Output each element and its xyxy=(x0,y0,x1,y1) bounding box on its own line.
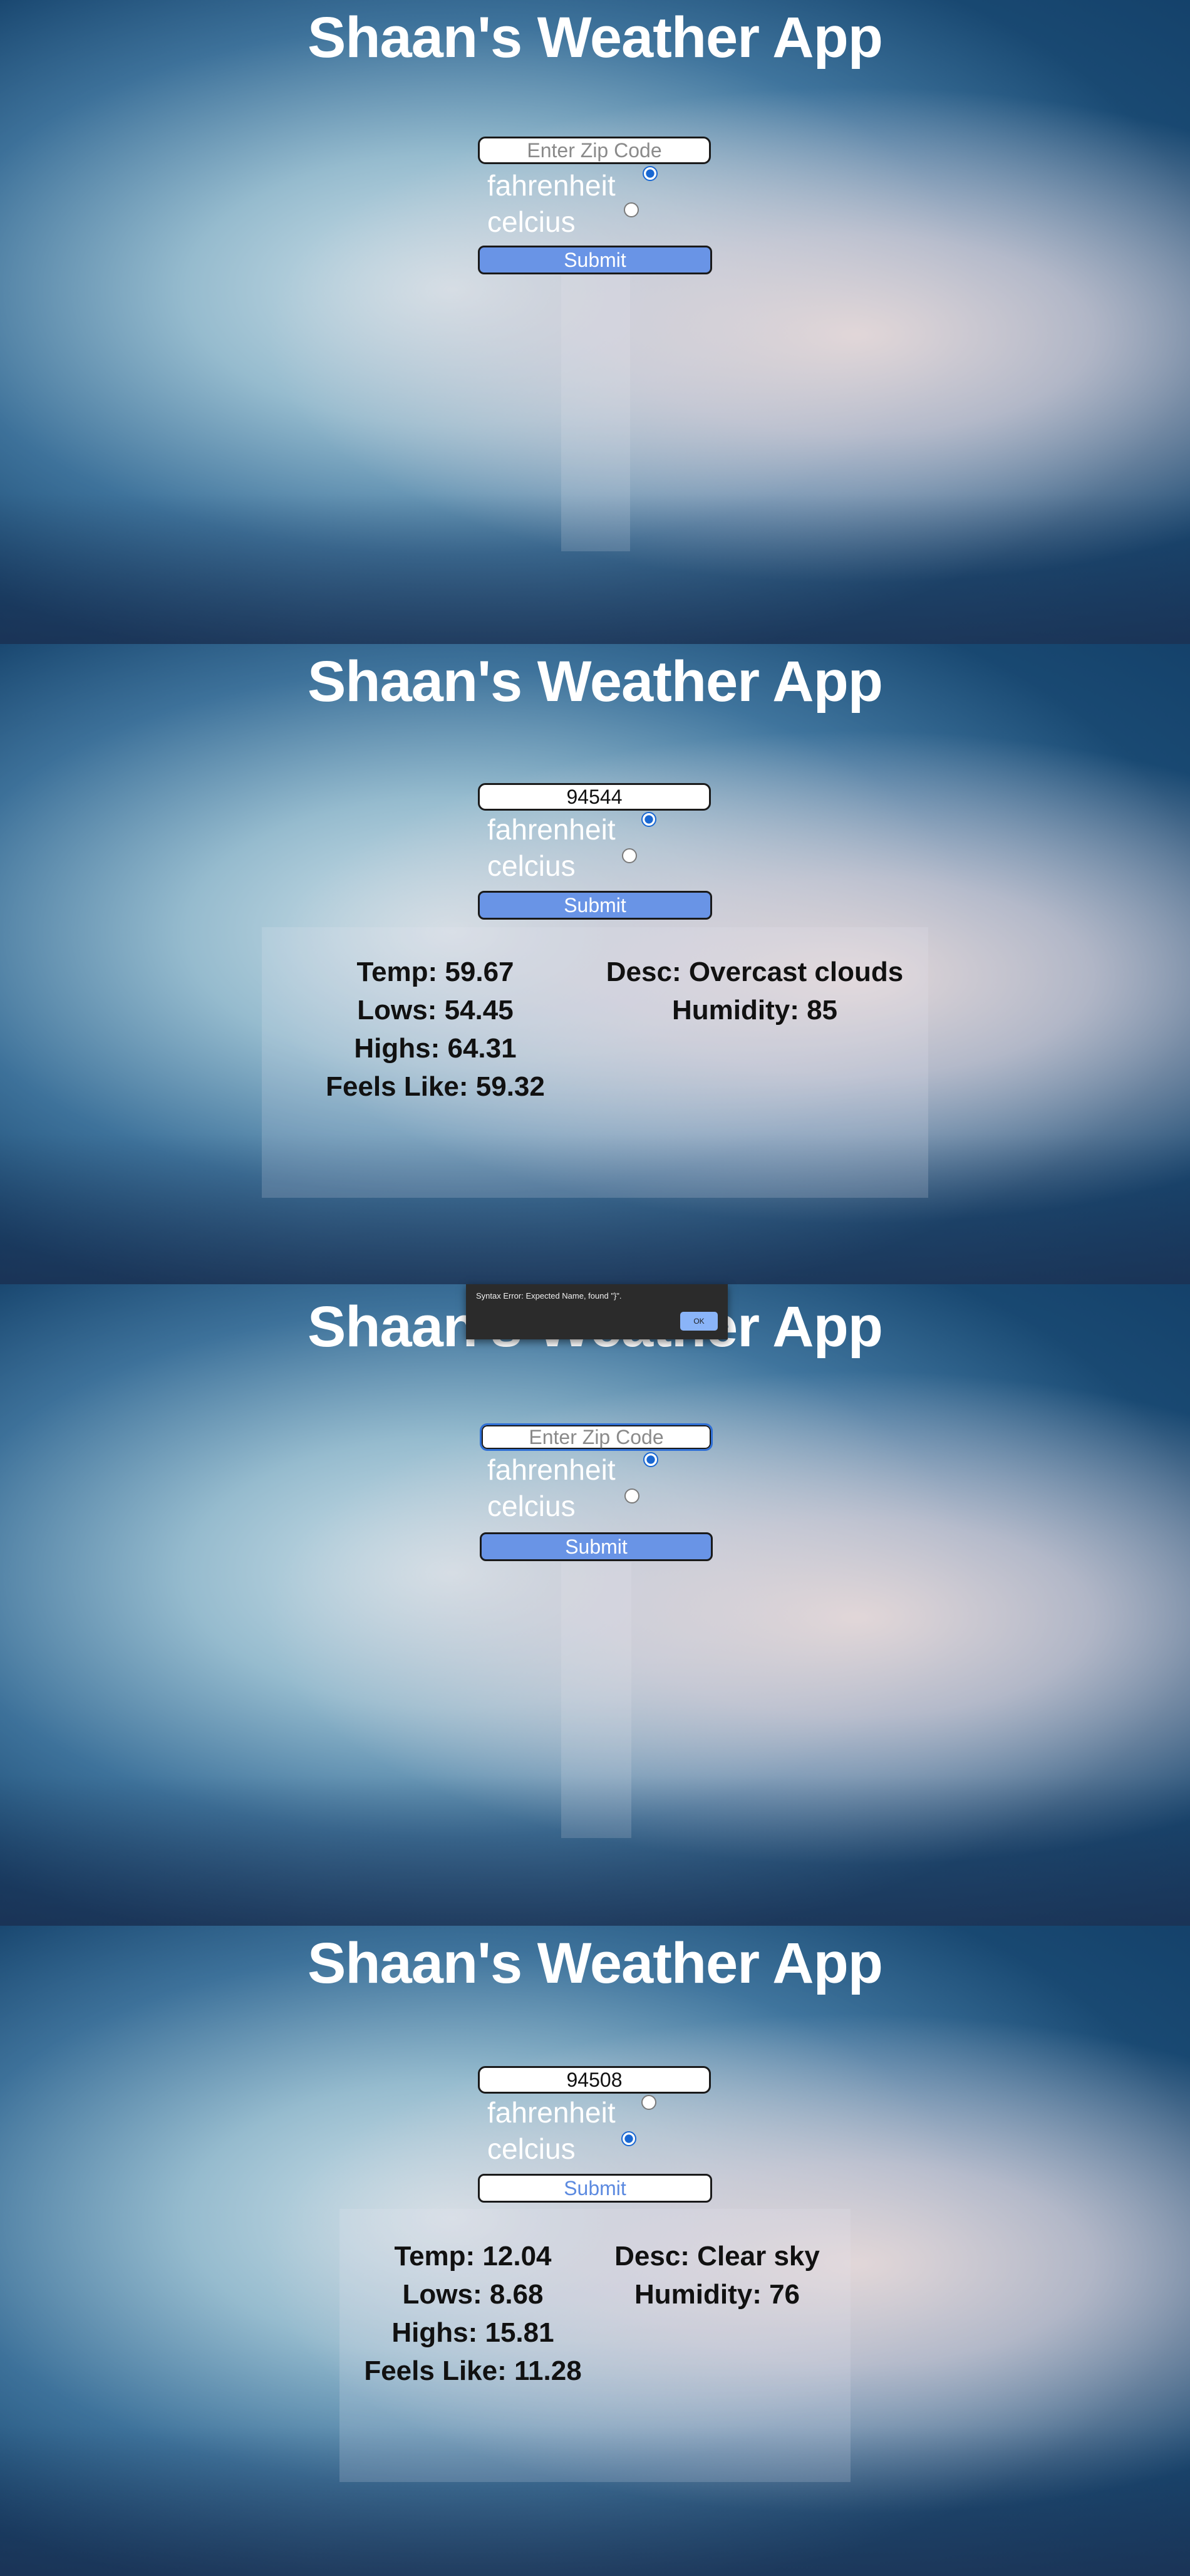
lows-value: Lows: 54.45 xyxy=(357,995,514,1026)
screenshot-panel-4: Shaan's Weather App fahrenheit celcius S… xyxy=(0,1926,1190,2576)
page-title: Shaan's Weather App xyxy=(308,650,883,714)
alert-message: Syntax Error: Expected Name, found "}". xyxy=(476,1291,622,1301)
screenshot-panel-1: Shaan's Weather App fahrenheit celcius S… xyxy=(0,0,1190,644)
submit-button[interactable]: Submit xyxy=(480,1532,713,1561)
description-value: Desc: Clear sky xyxy=(614,2241,820,2272)
screenshot-panel-2: Shaan's Weather App fahrenheit celcius S… xyxy=(0,644,1190,1284)
fahrenheit-radio[interactable] xyxy=(643,166,658,181)
empty-results-box xyxy=(561,276,630,551)
zip-code-input[interactable] xyxy=(478,2066,711,2094)
page-title: Shaan's Weather App xyxy=(308,1931,883,1995)
screenshot-panel-3: Shaan's Weather App fahrenheit celcius S… xyxy=(0,1284,1190,1926)
humidity-value: Humidity: 85 xyxy=(671,995,838,1026)
celcius-radio[interactable] xyxy=(624,1488,639,1504)
celcius-radio[interactable] xyxy=(622,848,637,863)
highs-value: Highs: 15.81 xyxy=(391,2317,554,2348)
submit-button[interactable]: Submit xyxy=(478,2174,712,2203)
submit-button[interactable]: Submit xyxy=(478,891,712,920)
fahrenheit-label: fahrenheit xyxy=(487,2096,616,2129)
submit-button[interactable]: Submit xyxy=(478,246,712,274)
alert-dialog: Syntax Error: Expected Name, found "}". … xyxy=(466,1284,728,1339)
temp-value: Temp: 12.04 xyxy=(394,2241,552,2272)
celcius-radio[interactable] xyxy=(621,2131,636,2146)
alert-ok-button[interactable]: OK xyxy=(680,1312,718,1331)
celcius-label: celcius xyxy=(487,2132,576,2165)
zip-code-input[interactable] xyxy=(480,1423,713,1451)
fahrenheit-radio[interactable] xyxy=(641,812,656,827)
humidity-value: Humidity: 76 xyxy=(634,2279,800,2310)
zip-code-input[interactable] xyxy=(478,137,711,164)
fahrenheit-radio[interactable] xyxy=(641,2095,656,2110)
lows-value: Lows: 8.68 xyxy=(402,2279,544,2310)
highs-value: Highs: 64.31 xyxy=(354,1033,517,1064)
feels-like-value: Feels Like: 11.28 xyxy=(364,2355,582,2386)
description-value: Desc: Overcast clouds xyxy=(606,957,904,987)
feels-like-value: Feels Like: 59.32 xyxy=(326,1071,545,1102)
page-title: Shaan's Weather App xyxy=(308,6,883,70)
celcius-radio[interactable] xyxy=(624,202,639,217)
temp-value: Temp: 59.67 xyxy=(356,957,514,987)
celcius-label: celcius xyxy=(487,1490,576,1522)
fahrenheit-label: fahrenheit xyxy=(487,169,616,202)
celcius-label: celcius xyxy=(487,205,576,238)
fahrenheit-label: fahrenheit xyxy=(487,813,616,846)
zip-code-input[interactable] xyxy=(478,783,711,811)
celcius-label: celcius xyxy=(487,849,576,882)
fahrenheit-radio[interactable] xyxy=(643,1452,658,1467)
empty-results-box xyxy=(561,1562,631,1838)
fahrenheit-label: fahrenheit xyxy=(487,1453,616,1486)
